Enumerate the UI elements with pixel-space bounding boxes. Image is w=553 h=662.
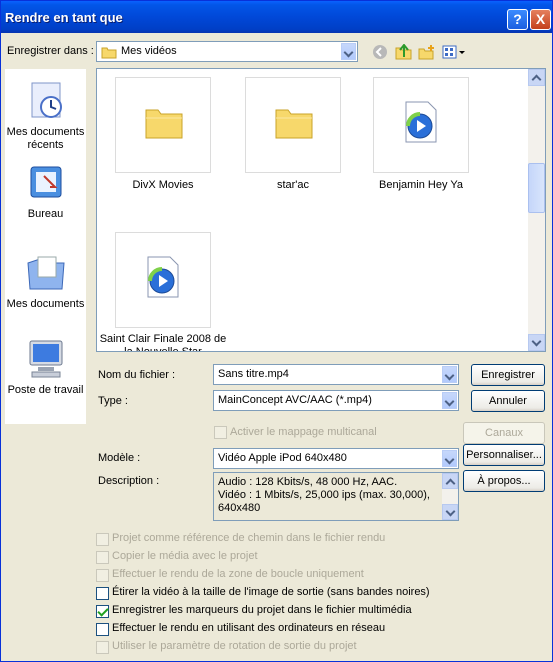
option-label: Copier le média avec le projet: [112, 550, 258, 562]
channels-button[interactable]: Canaux: [463, 422, 545, 444]
file-list[interactable]: DivX Movies star'ac Benjamin Hey Ya Sain…: [96, 68, 546, 352]
option-label: Effectuer le rendu en utilisant des ordi…: [112, 622, 386, 634]
save-in-dropdown[interactable]: Mes vidéos: [96, 41, 358, 62]
chevron-down-icon[interactable]: [341, 43, 356, 60]
place-my-computer[interactable]: Poste de travail: [5, 337, 86, 397]
customize-button[interactable]: Personnaliser...: [463, 444, 545, 466]
up-folder-icon[interactable]: [395, 44, 413, 60]
help-button[interactable]: ?: [507, 9, 528, 30]
scroll-down-button[interactable]: [442, 504, 458, 520]
checkmark-icon: [97, 605, 109, 617]
filename-value: Sans titre.mp4: [218, 368, 289, 380]
place-label: Mes documents: [6, 298, 85, 310]
option-checkbox[interactable]: [96, 641, 109, 654]
close-button[interactable]: X: [530, 9, 551, 30]
filename-label: Nom du fichier :: [98, 369, 176, 381]
option-label: Enregistrer les marqueurs du projet dans…: [112, 604, 412, 616]
file-tile-starac[interactable]: [245, 77, 341, 173]
file-name[interactable]: Saint Clair Finale 2008 de la Nouvelle S…: [98, 333, 228, 351]
chevron-down-icon[interactable]: [442, 450, 457, 467]
place-recent-documents[interactable]: Mes documents récents: [5, 79, 86, 152]
my-computer-icon: [29, 340, 62, 378]
new-folder-icon[interactable]: [418, 44, 436, 60]
media-file-icon: [405, 101, 437, 143]
description-scrollbar[interactable]: [442, 473, 458, 520]
filetype-label: Type :: [98, 395, 128, 407]
chevron-down-icon[interactable]: [442, 392, 457, 409]
file-list-scrollbar[interactable]: [528, 69, 545, 351]
place-label: Bureau: [27, 208, 64, 220]
multichannel-label: Activer le mappage multicanal: [230, 426, 377, 438]
description-text: Audio : 128 Kbits/s, 48 000 Hz, AAC. Vid…: [218, 476, 430, 514]
option-checkbox[interactable]: [96, 605, 109, 618]
my-documents-icon: [26, 256, 65, 290]
place-label: Poste de travail: [7, 384, 84, 396]
file-tile-benjamin-hey-ya[interactable]: [373, 77, 469, 173]
file-name[interactable]: Benjamin Hey Ya: [356, 179, 486, 192]
recent-documents-icon: [31, 82, 62, 118]
option-label: Utiliser le paramètre de rotation de sor…: [112, 640, 357, 652]
window-title: Rendre en tant que: [5, 10, 123, 25]
option-checkbox[interactable]: [96, 551, 109, 564]
save-in-value: Mes vidéos: [121, 45, 177, 57]
template-dropdown[interactable]: Vidéo Apple iPod 640x480: [213, 448, 459, 469]
filetype-value: MainConcept AVC/AAC (*.mp4): [218, 394, 372, 406]
option-checkbox[interactable]: [96, 623, 109, 636]
description-label: Description :: [98, 475, 160, 487]
save-in-label: Enregistrer dans :: [7, 45, 94, 57]
description-box: Audio : 128 Kbits/s, 48 000 Hz, AAC. Vid…: [213, 472, 459, 521]
file-name[interactable]: DivX Movies: [98, 179, 228, 192]
title-bar[interactable]: Rendre en tant que ? X: [1, 1, 552, 33]
option-checkbox[interactable]: [96, 533, 109, 546]
cancel-button[interactable]: Annuler: [471, 390, 545, 412]
filename-input[interactable]: Sans titre.mp4: [213, 364, 459, 385]
file-tile-divx-movies[interactable]: [115, 77, 211, 173]
save-button[interactable]: Enregistrer: [471, 364, 545, 386]
scroll-down-button[interactable]: [528, 334, 545, 351]
option-label: Effectuer le rendu de la zone de boucle …: [112, 568, 364, 580]
view-menu-icon[interactable]: [442, 44, 466, 60]
file-name[interactable]: star'ac: [228, 179, 358, 192]
scroll-thumb[interactable]: [528, 163, 545, 213]
chevron-down-icon[interactable]: [442, 366, 457, 383]
scroll-up-button[interactable]: [442, 473, 458, 489]
place-my-documents[interactable]: Mes documents: [5, 251, 86, 311]
template-label: Modèle :: [98, 452, 141, 464]
option-checkbox[interactable]: [96, 587, 109, 600]
filetype-dropdown[interactable]: MainConcept AVC/AAC (*.mp4): [213, 390, 459, 411]
render-as-dialog: Rendre en tant que ? X Enregistrer dans …: [0, 0, 553, 662]
file-tile-saint-clair-finale[interactable]: [115, 232, 211, 328]
multichannel-checkbox[interactable]: [214, 426, 227, 439]
media-file-icon: [147, 256, 179, 298]
folder-icon: [101, 47, 117, 59]
option-label: Étirer la vidéo à la taille de l'image d…: [112, 586, 430, 598]
desktop-icon: [30, 166, 61, 198]
folder-icon: [275, 109, 313, 139]
place-label: Mes documents récents: [6, 126, 85, 151]
option-checkbox[interactable]: [96, 569, 109, 582]
scroll-up-button[interactable]: [528, 69, 545, 86]
option-label: Projet comme référence de chemin dans le…: [112, 532, 386, 544]
places-bar: Mes documents récents Bureau Mes documen…: [5, 69, 86, 424]
back-icon[interactable]: [372, 44, 388, 60]
folder-icon: [145, 109, 183, 139]
place-desktop[interactable]: Bureau: [5, 161, 86, 221]
template-value: Vidéo Apple iPod 640x480: [218, 452, 347, 464]
about-button[interactable]: À propos...: [463, 470, 545, 492]
